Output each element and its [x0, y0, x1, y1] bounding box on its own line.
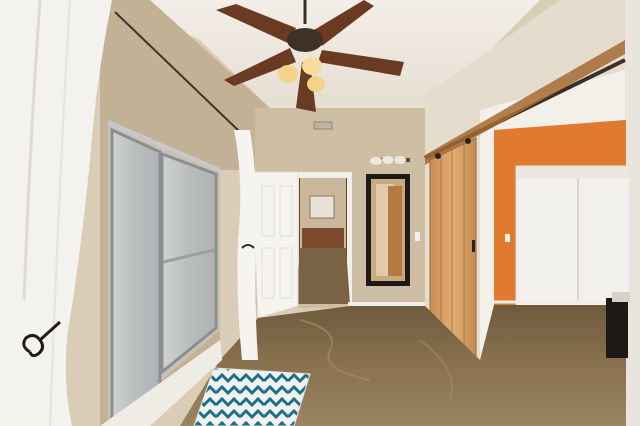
- bathroom-photo: [0, 0, 640, 426]
- light-switch[interactable]: [415, 232, 420, 241]
- wall-outlet: [505, 234, 510, 242]
- mirror-icon: [366, 174, 410, 286]
- side-stool: [606, 298, 628, 358]
- curtain-left: [0, 0, 112, 426]
- closet-door: [515, 165, 631, 307]
- air-vent: [313, 121, 333, 130]
- shower-enclosure: [100, 120, 222, 426]
- bathroom-door[interactable]: [251, 171, 299, 319]
- bath-rug-icon: [193, 367, 311, 426]
- shower-glass-left[interactable]: [110, 127, 162, 426]
